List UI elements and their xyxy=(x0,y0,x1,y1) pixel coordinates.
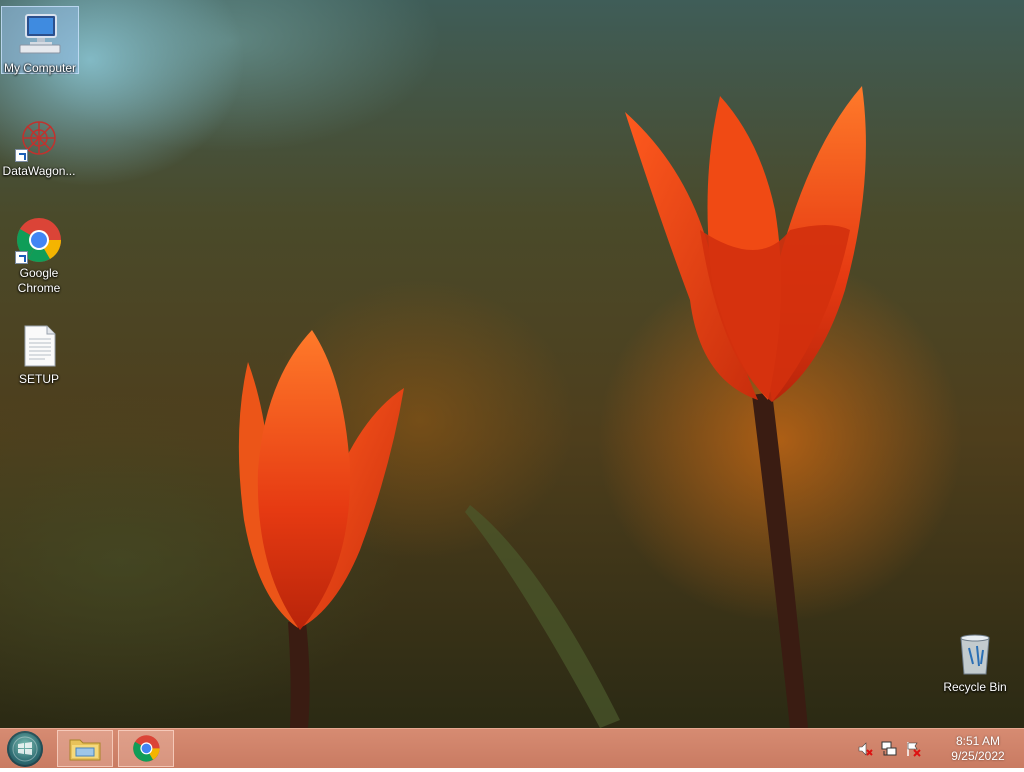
taskbar-file-explorer-button[interactable] xyxy=(57,730,113,767)
file-explorer-icon xyxy=(69,739,101,761)
tulip-wallpaper xyxy=(238,86,866,728)
clock-time: 8:51 AM xyxy=(955,734,1001,748)
desktop[interactable]: My Computer DataWagon... Google Chrome S… xyxy=(0,0,1024,728)
start-button[interactable] xyxy=(7,731,43,767)
datawagon-icon xyxy=(15,114,63,162)
desktop-icon-google-chrome[interactable]: Google Chrome xyxy=(1,212,77,296)
computer-icon xyxy=(16,11,64,59)
action-center-icon[interactable] xyxy=(905,741,921,757)
volume-muted-icon[interactable] xyxy=(857,741,873,757)
shortcut-arrow-icon xyxy=(15,251,28,264)
text-file-icon xyxy=(15,322,63,370)
clock-date: 9/25/2022 xyxy=(951,749,1005,763)
clock[interactable]: 8:51 AM 9/25/2022 xyxy=(946,734,1010,764)
desktop-icon-my-computer[interactable]: My Computer xyxy=(1,6,79,75)
desktop-icon-label: My Computer xyxy=(3,61,77,75)
windows-logo-icon xyxy=(12,736,38,762)
desktop-icon-label: SETUP xyxy=(18,372,59,386)
network-icon[interactable] xyxy=(881,741,897,757)
desktop-icon-datawagon[interactable]: DataWagon... xyxy=(1,110,77,179)
recycle-bin-icon xyxy=(951,630,999,678)
desktop-icon-label: Recycle Bin xyxy=(943,680,1007,694)
chrome-icon xyxy=(133,735,160,762)
taskbar: 8:51 AM 9/25/2022 xyxy=(0,728,1024,768)
desktop-icon-label: DataWagon... xyxy=(2,164,76,178)
shortcut-arrow-icon xyxy=(15,149,28,162)
taskbar-chrome-button[interactable] xyxy=(118,730,174,767)
chrome-icon xyxy=(15,216,63,264)
desktop-icon-recycle-bin[interactable]: Recycle Bin xyxy=(937,626,1013,695)
desktop-icon-setup[interactable]: SETUP xyxy=(1,318,77,387)
system-tray: 8:51 AM 9/25/2022 xyxy=(854,729,1024,769)
desktop-icon-label: Google Chrome xyxy=(17,266,61,295)
